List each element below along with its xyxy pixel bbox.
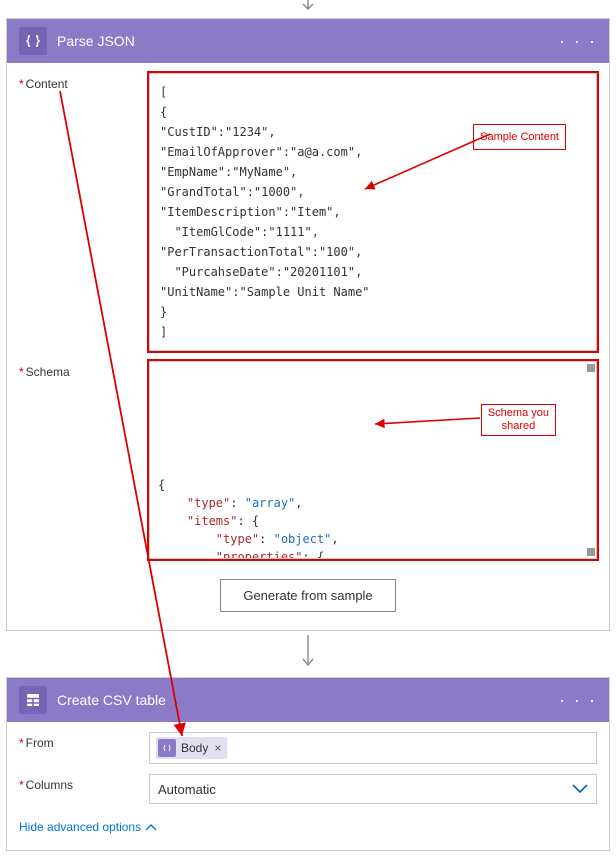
schema-annotation: Schema youshared (481, 404, 556, 436)
columns-select[interactable]: Automatic (149, 774, 597, 804)
chevron-down-icon (572, 782, 588, 797)
body-token[interactable]: Body × (156, 737, 227, 759)
json-icon (158, 739, 176, 757)
content-line: } (160, 302, 586, 322)
content-line: "ItemDescription":"Item", (160, 202, 586, 222)
create-csv-header[interactable]: Create CSV table · · · (7, 678, 609, 722)
schema-textbox[interactable]: Schema youshared { "type": "array", "ite… (149, 361, 597, 559)
schema-label: *Schema (19, 361, 149, 559)
from-input[interactable]: Body × (149, 732, 597, 764)
chevron-up-icon (145, 820, 157, 834)
scroll-top[interactable] (587, 364, 595, 372)
schema-content: { "type": "array", "items": { "type": "o… (158, 476, 588, 559)
create-csv-menu[interactable]: · · · (559, 690, 597, 711)
from-label: *From (19, 732, 149, 764)
content-textbox[interactable]: Sample Content [{"CustID":"1234","EmailO… (149, 73, 597, 351)
content-line: { (160, 102, 586, 122)
content-line: "EmpName":"MyName", (160, 162, 586, 182)
hide-advanced-toggle[interactable]: Hide advanced options (19, 814, 157, 836)
token-remove-icon[interactable]: × (214, 741, 221, 755)
scroll-bottom[interactable] (587, 548, 595, 556)
create-csv-title: Create CSV table (57, 692, 559, 708)
parse-json-menu[interactable]: · · · (559, 31, 597, 52)
content-label: *Content (19, 73, 149, 351)
content-line: ] (160, 322, 586, 342)
token-label: Body (181, 741, 208, 755)
content-line: "ItemGlCode":"1111", (160, 222, 586, 242)
content-line: "PurcahseDate":"20201101", (160, 262, 586, 282)
content-annotation: Sample Content (473, 124, 566, 150)
json-icon (19, 27, 47, 55)
columns-label: *Columns (19, 774, 149, 804)
content-line: "UnitName":"Sample Unit Name" (160, 282, 586, 302)
content-line: "GrandTotal":"1000", (160, 182, 586, 202)
parse-json-card: Parse JSON · · · *Content Sample Content… (6, 18, 610, 631)
generate-from-sample-button[interactable]: Generate from sample (220, 579, 395, 612)
content-line: [ (160, 82, 586, 102)
table-icon (19, 686, 47, 714)
top-connector (0, 0, 616, 14)
parse-json-title: Parse JSON (57, 33, 559, 49)
content-line: "PerTransactionTotal":"100", (160, 242, 586, 262)
columns-value: Automatic (158, 782, 216, 797)
parse-json-header[interactable]: Parse JSON · · · (7, 19, 609, 63)
create-csv-card: Create CSV table · · · *From Body × *Col… (6, 677, 610, 851)
middle-connector[interactable] (0, 635, 616, 671)
